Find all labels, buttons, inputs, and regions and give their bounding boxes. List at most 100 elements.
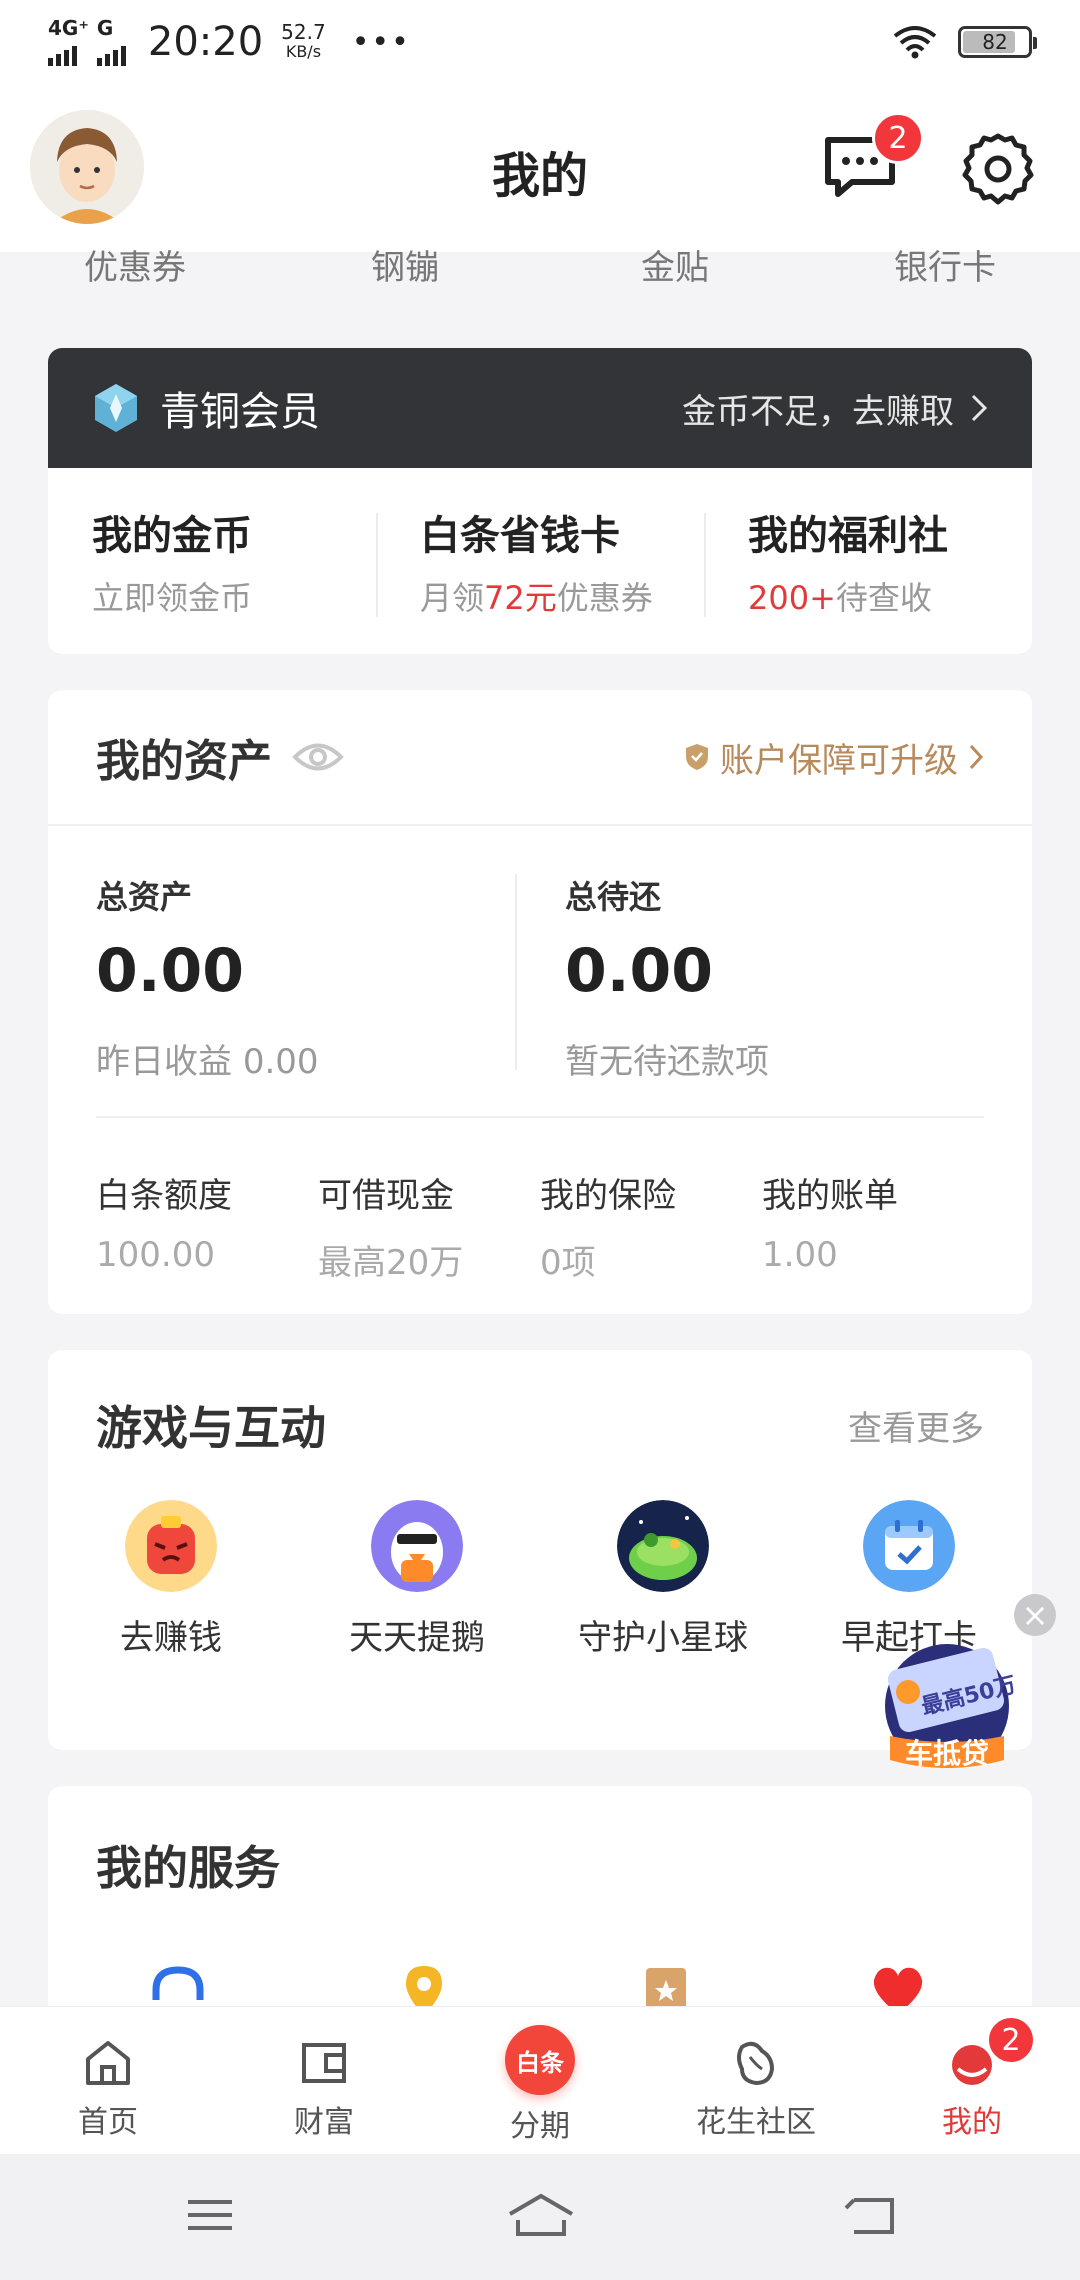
calendar-icon [863, 1500, 955, 1592]
saving-card-sub: 月领72元优惠券 [420, 573, 704, 619]
eye-icon[interactable] [292, 740, 344, 774]
cash-loan[interactable]: 可借现金 最高20万 [318, 1168, 540, 1284]
red-mascot-icon [125, 1500, 217, 1592]
network-type-label-2: G [96, 16, 114, 40]
welfare-club-sub: 200+待查收 [748, 573, 1032, 619]
saving-card[interactable]: 白条省钱卡 月领72元优惠券 [376, 503, 704, 619]
tab-wealth[interactable]: 财富 [216, 2007, 432, 2154]
game-earn-money-label: 去赚钱 [120, 1618, 222, 1658]
account-protection-link[interactable]: 账户保障可升级 [684, 733, 984, 782]
total-repayment-value: 0.00 [565, 936, 714, 1006]
my-bill-title: 我的账单 [762, 1176, 898, 1216]
tab-home[interactable]: 首页 [0, 2007, 216, 2154]
total-repayment[interactable]: 总待还 0.00 暂无待还款项 [515, 826, 984, 1118]
yesterday-earnings-label: 昨日收益 [96, 1042, 232, 1082]
chevron-right-icon [971, 394, 988, 422]
game-earn-money[interactable]: 去赚钱 [48, 1500, 294, 1659]
total-assets[interactable]: 总资产 0.00 昨日收益 0.00 [96, 826, 515, 1118]
more-status-icon: ••• [351, 24, 411, 60]
total-assets-value: 0.00 [96, 936, 245, 1006]
assets-details: 白条额度 100.00 可借现金 最高20万 我的保险 0项 我的账单 1.00 [48, 1118, 1032, 1284]
my-insurance-title: 我的保险 [540, 1176, 676, 1216]
floating-ad-car-loan[interactable]: 最高50万 车抵贷 [862, 1628, 1032, 1770]
tab-mine-badge: 2 [986, 2015, 1036, 2065]
signal-bars-icon-2 [96, 38, 126, 66]
wallet-icon [302, 2043, 346, 2083]
cash-loan-title: 可借现金 [318, 1176, 454, 1216]
earn-coins-label: 金币不足，去赚取 [682, 391, 954, 432]
game-penguin[interactable]: 天天提鹅 [294, 1500, 540, 1659]
yesterday-earnings-value: 0.00 [242, 1042, 319, 1082]
game-planet-label: 守护小星球 [578, 1618, 748, 1658]
member-bar[interactable]: 青铜会员 金币不足，去赚取 [48, 348, 1032, 468]
tab-community-label: 花生社区 [696, 2105, 816, 2140]
assets-card: 我的资产 账户保障可升级 总资产 0.00 昨日收益 0.00 总待还 0.00… [48, 690, 1032, 1314]
game-planet[interactable]: 守护小星球 [540, 1500, 786, 1659]
saving-card-amount: 72元 [484, 579, 557, 617]
battery-icon: 82 [958, 26, 1037, 58]
baitiao-limit-value: 100.00 [96, 1235, 215, 1275]
saving-card-sub-prefix: 月领 [420, 579, 485, 617]
baitiao-limit-title: 白条额度 [96, 1176, 232, 1216]
member-level: 青铜会员 [160, 389, 320, 435]
my-insurance[interactable]: 我的保险 0项 [540, 1168, 762, 1284]
assets-summary: 总资产 0.00 昨日收益 0.00 总待还 0.00 暂无待还款项 [48, 826, 1032, 1118]
system-nav-bar [0, 2154, 1080, 2280]
back-icon[interactable] [840, 2190, 900, 2240]
saving-card-sub-suffix: 优惠券 [556, 579, 653, 617]
tab-mine[interactable]: 2 我的 [864, 2007, 1080, 2154]
quick-entries: 优惠券 钢镚 金贴 银行卡 [0, 251, 1080, 332]
bank-card-entry[interactable]: 银行卡 [810, 251, 1080, 332]
clock: 20:20 [147, 19, 264, 65]
welfare-club-count: 200+ [748, 579, 836, 617]
member-benefits: 我的金币 立即领金币 白条省钱卡 月领72元优惠券 我的福利社 200+待查收 [48, 468, 1032, 654]
network-speed: 52.7 KB/s [281, 22, 326, 62]
assets-title: 我的资产 [96, 736, 272, 787]
shield-icon [686, 744, 708, 770]
tab-mine-label: 我的 [942, 2105, 1002, 2140]
total-assets-label: 总资产 [96, 878, 193, 916]
chevron-right-icon [969, 744, 984, 770]
services-title: 我的服务 [96, 1841, 280, 1895]
cash-loan-value: 最高20万 [318, 1243, 464, 1283]
status-left: 4G⁺ G 20:20 52.7 KB/s ••• [48, 18, 411, 66]
coins-entry[interactable]: 钢镚 [270, 251, 540, 332]
games-header: 游戏与互动 查看更多 [48, 1350, 1032, 1500]
bottom-tab-bar: 首页 财富 白条 分期 花生社区 2 我的 [0, 2006, 1080, 2154]
coupons-entry[interactable]: 优惠券 [0, 251, 270, 332]
tab-wealth-label: 财富 [294, 2105, 354, 2140]
repayment-status: 暂无待还款项 [565, 1042, 769, 1082]
my-coins-title: 我的金币 [92, 513, 252, 559]
diamond-badge-icon [95, 384, 137, 432]
welfare-club[interactable]: 我的福利社 200+待查收 [704, 503, 1032, 619]
my-coins-sub: 立即领金币 [92, 579, 253, 617]
battery-level: 82 [982, 30, 1008, 54]
network-type-label: 4G⁺ [48, 16, 89, 40]
tab-community[interactable]: 花生社区 [648, 2007, 864, 2154]
home-icon [86, 2041, 130, 2085]
message-badge: 2 [872, 112, 924, 164]
penguin-icon [371, 1500, 463, 1592]
game-penguin-label: 天天提鹅 [349, 1618, 485, 1658]
gold-subsidy-entry[interactable]: 金贴 [540, 251, 810, 332]
see-more-link[interactable]: 查看更多 [848, 1401, 984, 1450]
status-bar: 4G⁺ G 20:20 52.7 KB/s ••• 82 [0, 0, 1080, 84]
settings-gear-icon[interactable] [960, 132, 1036, 208]
wifi-icon [893, 26, 937, 59]
assets-header: 我的资产 账户保障可升级 [48, 690, 1032, 826]
my-coins[interactable]: 我的金币 立即领金币 [48, 503, 376, 619]
signal-bars-icon [48, 38, 89, 66]
tab-installment-label: 分期 [510, 2109, 570, 2144]
earn-coins-link[interactable]: 金币不足，去赚取 [682, 384, 988, 433]
tab-installment[interactable]: 白条 分期 [432, 2007, 648, 2154]
tab-home-label: 首页 [78, 2105, 138, 2140]
peanut-icon [737, 2041, 775, 2086]
planet-icon [617, 1500, 709, 1592]
speed-unit: KB/s [285, 42, 322, 61]
saving-card-title: 白条省钱卡 [420, 513, 620, 559]
menu-icon[interactable] [180, 2190, 240, 2240]
baitiao-limit[interactable]: 白条额度 100.00 [96, 1168, 318, 1284]
my-bill[interactable]: 我的账单 1.00 [762, 1168, 984, 1284]
home-nav-icon[interactable] [506, 2190, 576, 2240]
signal-indicator: 4G⁺ G [48, 18, 126, 66]
